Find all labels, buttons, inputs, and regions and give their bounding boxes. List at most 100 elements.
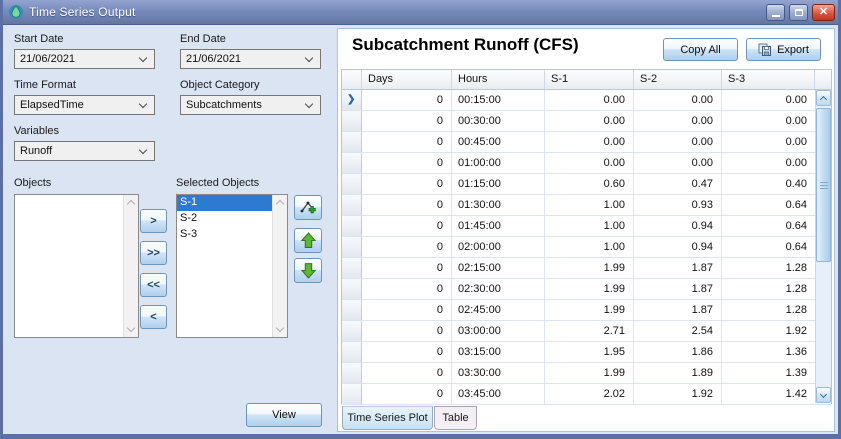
row-selector[interactable] bbox=[342, 216, 362, 236]
time-format-select[interactable]: ElapsedTime bbox=[14, 95, 155, 115]
row-selector[interactable] bbox=[342, 174, 362, 194]
table-row[interactable]: ❯ 0 00:15:00 0.00 0.00 0.00 bbox=[342, 90, 831, 111]
scroll-up-icon bbox=[819, 95, 828, 103]
table-cell: 0.00 bbox=[785, 94, 807, 106]
move-right-button[interactable]: > bbox=[140, 209, 167, 233]
list-item[interactable]: S-2 bbox=[177, 211, 272, 227]
start-date-select[interactable]: 21/06/2021 bbox=[14, 49, 155, 69]
table-cell: 0 bbox=[362, 321, 452, 341]
table-cell: 0.00 bbox=[634, 132, 722, 152]
table-cell: 0.64 bbox=[785, 241, 807, 253]
variables-label: Variables bbox=[14, 125, 60, 137]
table-row[interactable]: 0 01:00:00 0.00 0.00 0.00 bbox=[342, 153, 831, 174]
table-row[interactable]: 0 01:45:00 1.00 0.94 0.64 bbox=[342, 216, 831, 237]
table-row[interactable]: 0 03:00:00 2.71 2.54 1.92 bbox=[342, 321, 831, 342]
table-cell: 0.47 bbox=[634, 174, 722, 194]
list-item[interactable]: S-3 bbox=[177, 227, 272, 243]
results-panel: Subcatchment Runoff (CFS) Copy All Expor… bbox=[337, 28, 835, 432]
title-bar[interactable]: Time Series Output ✕ bbox=[3, 0, 838, 25]
row-selector[interactable] bbox=[342, 279, 362, 299]
table-row[interactable]: 0 02:30:00 1.99 1.87 1.28 bbox=[342, 279, 831, 300]
table-cell: 0.94 bbox=[634, 237, 722, 257]
scroll-down-button[interactable] bbox=[816, 387, 831, 403]
table-cell: 0 bbox=[362, 363, 452, 383]
table-cell: 01:15:00 bbox=[452, 174, 545, 194]
view-button[interactable]: View bbox=[246, 403, 322, 427]
column-header-s1[interactable]: S-1 bbox=[545, 70, 634, 89]
table-row[interactable]: 0 02:15:00 1.99 1.87 1.28 bbox=[342, 258, 831, 279]
scroll-up-button[interactable] bbox=[816, 90, 831, 106]
table-cell: 0 bbox=[362, 342, 452, 362]
export-button[interactable]: Export bbox=[746, 38, 821, 61]
selected-objects-list[interactable]: S-1 S-2 S-3 bbox=[176, 194, 288, 338]
maximize-button[interactable] bbox=[789, 3, 808, 21]
row-selector[interactable]: ❯ bbox=[342, 90, 362, 110]
table-row[interactable]: 0 03:45:00 2.02 1.92 1.42 bbox=[342, 384, 831, 405]
row-selector[interactable] bbox=[342, 321, 362, 341]
table-cell: 01:00:00 bbox=[452, 153, 545, 173]
table-row[interactable]: 0 01:15:00 0.60 0.47 0.40 bbox=[342, 174, 831, 195]
table-cell: 03:00:00 bbox=[452, 321, 545, 341]
row-selector[interactable] bbox=[342, 237, 362, 257]
row-selector[interactable] bbox=[342, 384, 362, 404]
row-selector[interactable] bbox=[342, 132, 362, 152]
column-header-s3[interactable]: S-3 bbox=[722, 70, 815, 89]
table-scrollbar[interactable] bbox=[815, 90, 831, 403]
table-cell: 0.40 bbox=[785, 178, 807, 190]
scrollbar-thumb[interactable] bbox=[816, 108, 831, 262]
row-selector[interactable] bbox=[342, 153, 362, 173]
variables-select[interactable]: Runoff bbox=[14, 141, 155, 161]
table-cell: 1.00 bbox=[545, 216, 634, 236]
row-selector[interactable] bbox=[342, 342, 362, 362]
move-left-button[interactable]: < bbox=[140, 305, 167, 329]
table-cell: 0 bbox=[362, 216, 452, 236]
row-selector[interactable] bbox=[342, 363, 362, 383]
chevron-down-icon bbox=[304, 53, 314, 62]
time-series-output-window: Time Series Output ✕ Start Date 21/06/20… bbox=[0, 0, 841, 439]
chevron-down-icon bbox=[138, 99, 148, 108]
table-cell: 02:00:00 bbox=[452, 237, 545, 257]
objects-list-scrollbar[interactable] bbox=[123, 195, 138, 337]
table-cell: 01:45:00 bbox=[452, 216, 545, 236]
move-down-button[interactable] bbox=[294, 258, 322, 283]
arrow-down-icon bbox=[300, 263, 316, 279]
scroll-up-icon bbox=[126, 199, 136, 209]
row-selector[interactable] bbox=[342, 111, 362, 131]
table-cell: 1.92 bbox=[785, 325, 807, 337]
end-date-select[interactable]: 21/06/2021 bbox=[180, 49, 321, 69]
table-row[interactable]: 0 03:15:00 1.95 1.86 1.36 bbox=[342, 342, 831, 363]
scroll-down-icon bbox=[275, 323, 285, 333]
table-row[interactable]: 0 03:30:00 1.99 1.89 1.39 bbox=[342, 363, 831, 384]
scroll-down-icon bbox=[819, 390, 828, 398]
column-header-hours[interactable]: Hours bbox=[452, 70, 545, 89]
table-row[interactable]: 0 01:30:00 1.00 0.93 0.64 bbox=[342, 195, 831, 216]
table-row[interactable]: 0 02:00:00 1.00 0.94 0.64 bbox=[342, 237, 831, 258]
table-row[interactable]: 0 00:45:00 0.00 0.00 0.00 bbox=[342, 132, 831, 153]
table-cell: 1.87 bbox=[634, 300, 722, 320]
chevron-down-icon bbox=[304, 99, 314, 108]
row-selector[interactable] bbox=[342, 195, 362, 215]
move-all-right-button[interactable]: >> bbox=[140, 241, 167, 265]
objects-list[interactable] bbox=[14, 194, 139, 338]
add-to-plot-button[interactable] bbox=[294, 195, 322, 220]
table-cell: 1.28 bbox=[785, 283, 807, 295]
close-button[interactable]: ✕ bbox=[812, 3, 835, 21]
table-cell: 02:45:00 bbox=[452, 300, 545, 320]
row-selector[interactable] bbox=[342, 258, 362, 278]
table-row[interactable]: 0 02:45:00 1.99 1.87 1.28 bbox=[342, 300, 831, 321]
close-icon: ✕ bbox=[818, 5, 829, 18]
move-all-left-button[interactable]: << bbox=[140, 273, 167, 297]
table-row[interactable]: 0 00:30:00 0.00 0.00 0.00 bbox=[342, 111, 831, 132]
tab-time-series-plot[interactable]: Time Series Plot bbox=[342, 406, 433, 430]
copy-all-button[interactable]: Copy All bbox=[663, 38, 738, 61]
move-up-button[interactable] bbox=[294, 228, 322, 253]
row-selector[interactable] bbox=[342, 300, 362, 320]
selected-objects-scrollbar[interactable] bbox=[272, 195, 287, 337]
list-item[interactable]: S-1 bbox=[177, 195, 272, 211]
table-cell: 1.99 bbox=[545, 258, 634, 278]
tab-table[interactable]: Table bbox=[434, 406, 477, 430]
object-category-select[interactable]: Subcatchments bbox=[180, 95, 321, 115]
column-header-s2[interactable]: S-2 bbox=[634, 70, 722, 89]
column-header-days[interactable]: Days bbox=[362, 70, 452, 89]
minimize-button[interactable] bbox=[766, 3, 785, 21]
